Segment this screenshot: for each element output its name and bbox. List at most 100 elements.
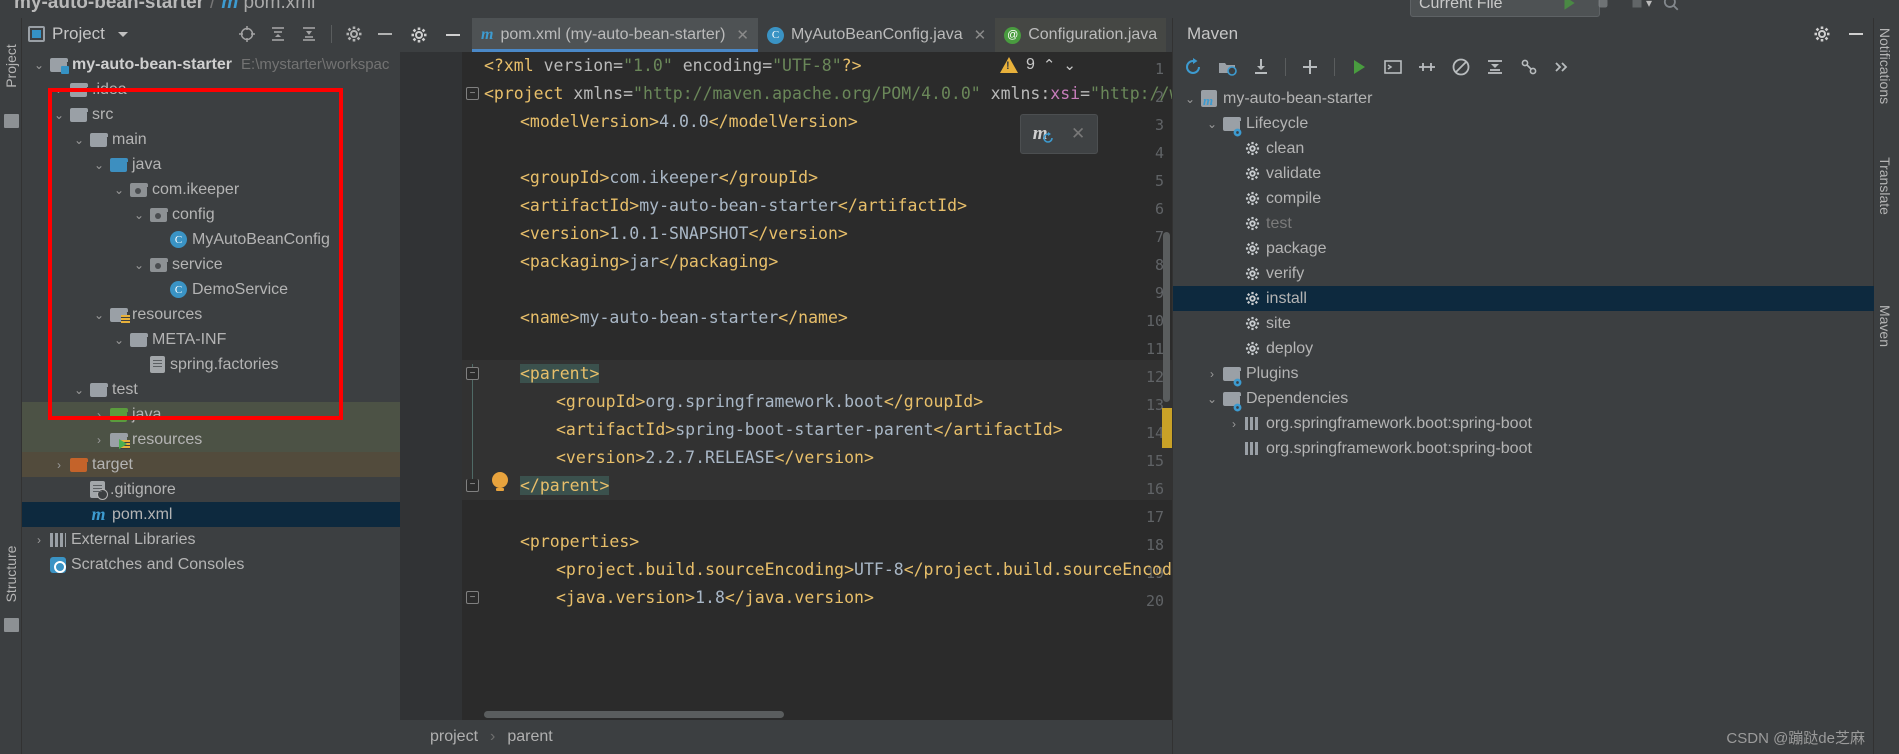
code-editor[interactable]: 1 2 3 4 5 6 7 8 9 10 11 12 13 14 15 16 17 18 19 20 <?xml ve… (400, 52, 1172, 720)
tree-row[interactable]: spring.factories (22, 352, 400, 377)
expand-all-icon[interactable] (269, 25, 287, 43)
execute-goal-icon[interactable] (1383, 57, 1403, 77)
tree-row[interactable]: ⌄ com.ikeeper (22, 177, 400, 202)
code-line[interactable]: <name>my-auto-bean-starter</name> (520, 304, 848, 332)
tree-row[interactable]: Scratches and Consoles (22, 552, 400, 577)
error-stripe-marker[interactable] (1162, 408, 1172, 448)
tree-row[interactable]: ⌄ src (22, 102, 400, 127)
chevron-down-icon[interactable] (117, 31, 128, 37)
add-icon[interactable] (1300, 57, 1320, 77)
code-line[interactable]: <project.build.sourceEncoding>UTF-8</pro… (556, 556, 1172, 584)
code-line[interactable]: <packaging>jar</packaging> (520, 248, 778, 276)
chevron-right-icon[interactable]: › (32, 533, 46, 547)
close-icon[interactable]: ✕ (736, 26, 749, 44)
tree-row[interactable]: ⌄ config (22, 202, 400, 227)
stop-icon[interactable] (1628, 0, 1646, 12)
maven-reload-popup[interactable]: m ✕ (1020, 114, 1098, 154)
tab-configuration-java[interactable]: @ Configuration.java (995, 18, 1167, 52)
maven-tree-row[interactable]: site (1173, 311, 1874, 336)
code-line[interactable]: <artifactId>my-auto-bean-starter</artifa… (520, 192, 967, 220)
chevron-down-icon[interactable]: ⌄ (92, 158, 106, 172)
tree-row[interactable]: › .idea (22, 77, 400, 102)
tool-window-structure[interactable]: Structure (3, 539, 19, 609)
chevron-down-icon[interactable]: ⌄ (72, 133, 86, 147)
editor-gutter[interactable] (400, 52, 462, 720)
tree-row[interactable]: ⌄ resources (22, 302, 400, 327)
gear-icon[interactable] (345, 25, 363, 43)
chevron-down-icon[interactable]: ⌄ (1205, 392, 1219, 406)
code-line[interactable]: <parent> (520, 360, 600, 388)
run-icon[interactable] (1560, 0, 1578, 12)
code-line[interactable]: <?xml version="1.0" encoding="UTF-8"?> (484, 52, 862, 80)
tool-window-project[interactable]: Project (3, 31, 19, 101)
maven-tree-row[interactable]: ⌄ Dependencies (1173, 386, 1874, 411)
maven-tree-row[interactable]: clean (1173, 136, 1874, 161)
chevron-down-icon[interactable]: ⌄ (112, 333, 126, 347)
editor-horizontal-scrollbar[interactable] (484, 711, 784, 718)
maven-reload-icon[interactable]: m (1033, 123, 1053, 145)
fold-marker-project[interactable]: − (466, 87, 479, 100)
maven-tree-row[interactable]: install (1173, 286, 1874, 311)
tree-row[interactable]: › target (22, 452, 400, 477)
download-sources-icon[interactable] (1251, 57, 1271, 77)
run-icon[interactable] (1349, 57, 1369, 77)
minimize-icon[interactable] (444, 26, 462, 44)
code-line[interactable]: <project xmlns="http://maven.apache.org/… (484, 80, 1172, 108)
locate-target-icon[interactable] (238, 25, 256, 43)
chevron-right-icon[interactable]: › (1227, 417, 1241, 431)
maven-tree-row[interactable]: compile (1173, 186, 1874, 211)
chevron-right-icon[interactable]: › (92, 408, 106, 422)
collapse-all-icon[interactable] (1485, 57, 1505, 77)
toggle-offline-icon[interactable] (1417, 57, 1437, 77)
tree-row[interactable]: m pom.xml (22, 502, 400, 527)
tool-window-notifications[interactable]: Notifications (1877, 24, 1893, 108)
code-line[interactable]: <java.version>1.8</java.version> (556, 584, 874, 612)
maven-project-tree[interactable]: ⌄ m my-auto-bean-starter ⌄ Lifecycle clean val… (1173, 86, 1874, 706)
prev-problem-icon[interactable]: ⌃ (1043, 56, 1056, 74)
breadcrumb-item-parent[interactable]: parent (507, 728, 552, 746)
tool-window-translate[interactable]: Translate (1877, 144, 1893, 228)
gear-icon[interactable] (1813, 25, 1831, 43)
maven-tree-row[interactable]: › Plugins (1173, 361, 1874, 386)
show-diagram-icon[interactable] (1519, 57, 1539, 77)
code-line[interactable]: <groupId>org.springframework.boot</group… (556, 388, 983, 416)
inspection-widget[interactable]: 9 ⌃ ⌄ (999, 56, 1076, 74)
maven-tree-row[interactable]: org.springframework.boot:spring-boot (1173, 436, 1874, 461)
intention-bulb-icon[interactable] (492, 472, 508, 491)
close-icon[interactable]: ✕ (974, 26, 987, 44)
fold-marker-parent-close[interactable]: − (466, 479, 479, 492)
tree-row[interactable]: › java (22, 402, 400, 427)
code-line[interactable]: <version>2.2.7.RELEASE</version> (556, 444, 874, 472)
fold-marker-parent-open[interactable]: − (466, 367, 479, 380)
maven-tree-row[interactable]: test (1173, 211, 1874, 236)
maven-tree-row[interactable]: verify (1173, 261, 1874, 286)
tree-row[interactable]: C DemoService (22, 277, 400, 302)
maven-tree-row[interactable]: deploy (1173, 336, 1874, 361)
maven-tree-row[interactable]: › org.springframework.boot:spring-boot (1173, 411, 1874, 436)
code-line[interactable]: <artifactId>spring-boot-starter-parent</… (556, 416, 1063, 444)
chevron-down-icon[interactable]: ⌄ (52, 108, 66, 122)
tree-row[interactable]: .gitignore (22, 477, 400, 502)
tree-row[interactable]: ⌄ my-auto-bean-starter E:\mystarter\worksp… (22, 52, 400, 77)
skip-tests-icon[interactable] (1451, 57, 1471, 77)
editor-breadcrumb[interactable]: project › parent (400, 720, 1172, 754)
code-line[interactable]: <modelVersion>4.0.0</modelVersion> (520, 108, 858, 136)
search-icon[interactable] (1662, 0, 1680, 12)
chevron-down-icon[interactable]: ⌄ (132, 258, 146, 272)
next-problem-icon[interactable]: ⌄ (1063, 56, 1076, 74)
minimize-icon[interactable] (1847, 25, 1865, 43)
fold-marker-properties[interactable]: − (466, 591, 479, 604)
code-line[interactable]: <version>1.0.1-SNAPSHOT</version> (520, 220, 848, 248)
maven-tree-row[interactable]: ⌄ m my-auto-bean-starter (1173, 86, 1874, 111)
chevron-down-icon[interactable]: ⌄ (92, 308, 106, 322)
tree-row[interactable]: ⌄ main (22, 127, 400, 152)
tree-row[interactable]: C MyAutoBeanConfig (22, 227, 400, 252)
code-line[interactable]: <groupId>com.ikeeper</groupId> (520, 164, 818, 192)
tree-row[interactable]: ⌄ service (22, 252, 400, 277)
tree-row[interactable]: ⌄ test (22, 377, 400, 402)
collapse-all-icon[interactable] (300, 25, 318, 43)
chevron-right-icon[interactable]: › (1205, 367, 1219, 381)
project-panel-title-group[interactable]: Project (28, 24, 128, 44)
tree-row[interactable]: › External Libraries (22, 527, 400, 552)
chevron-down-icon[interactable]: ⌄ (112, 183, 126, 197)
